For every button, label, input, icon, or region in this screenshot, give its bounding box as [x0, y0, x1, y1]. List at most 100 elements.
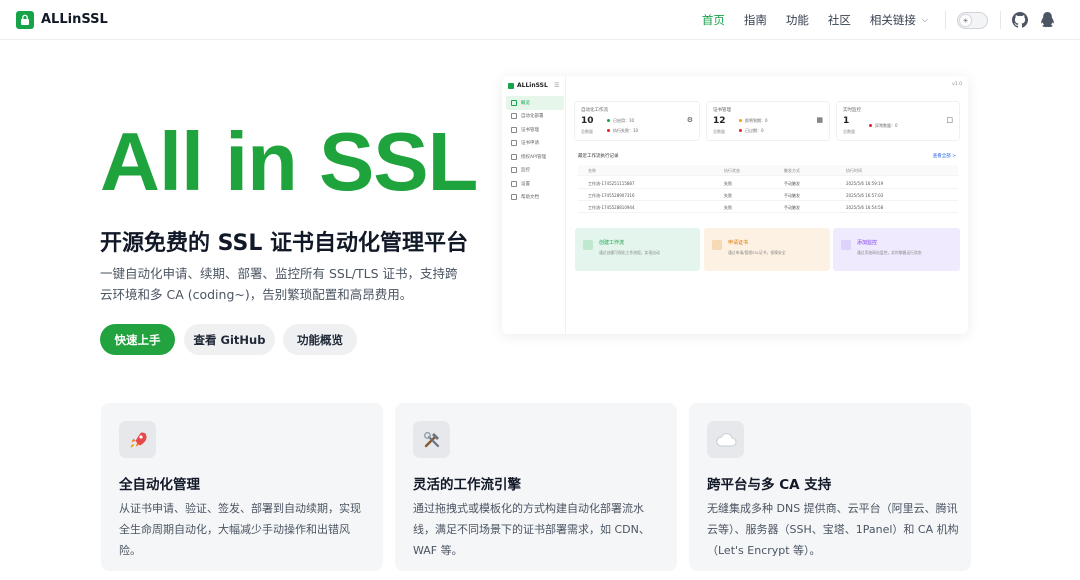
preview-recent-table: 最近工作流执行记录 查看全部 > 名称 执行状态 触发方式 执行时间 工作流-1… [574, 149, 960, 217]
workflow-icon: ⚙ [686, 116, 693, 124]
preview-stat-card: 证书管理 12 总数量 即将到期：0 已过期：0 ▦ [706, 101, 830, 141]
preview-cell: 手动触发 [784, 181, 800, 186]
feature-description: 从证书申请、验证、签发、部署到自动续期，实现全生命周期自动化，大幅减少手动操作和… [119, 502, 361, 557]
preview-cell: 失败 [724, 193, 732, 198]
preview-stat-card: 自动化工作流 10 总数量 已启用：10 执行失败：10 ⚙ [574, 101, 700, 141]
top-navbar: ALLinSSL 首页 指南 功能 社区 相关链接 ⌵ ☀ [0, 0, 1080, 40]
qq-icon[interactable] [1040, 11, 1055, 29]
view-github-button[interactable]: 查看 GitHub [184, 324, 275, 355]
sun-icon: ☀ [960, 15, 971, 26]
preview-menu: 概览 自动化部署 证书管理 证书申请 授权API管理 监控 设置 帮助文档 [506, 96, 564, 204]
preview-collapse-icon: ☰ [554, 82, 560, 89]
preview-logo: ALLinSSL [508, 82, 548, 89]
preview-menu-item: 概览 [506, 96, 564, 110]
preview-menu-label: 概览 [521, 100, 530, 106]
feature-description: 通过拖拽式或模板化的方式构建自动化部署流水线，满足不同场景下的证书部署需求，如 … [413, 502, 650, 557]
preview-stat-count: 1 [843, 116, 850, 126]
feature-card-workflow: 灵活的工作流引擎 通过拖拽式或模板化的方式构建自动化部署流水线，满足不同场景下的… [395, 403, 677, 571]
preview-cell: 2025/5/6 16:54:58 [846, 205, 884, 210]
logo-icon[interactable] [16, 10, 34, 29]
preview-menu-label: 自动化部署 [521, 114, 544, 120]
preview-menu-label: 监控 [521, 168, 530, 174]
preview-col: 执行状态 [724, 168, 740, 173]
preview-menu-item: 自动化部署 [506, 110, 564, 124]
nav-related-links[interactable]: 相关链接 ⌵ [870, 12, 928, 28]
preview-col: 执行时间 [846, 168, 862, 173]
preview-version: v1.0 [952, 82, 962, 87]
feature-title: 跨平台与多 CA 支持 [707, 477, 832, 493]
preview-stat-row: 异常数量：0 [869, 123, 898, 129]
preview-action-title: 添加监控 [857, 240, 878, 246]
preview-menu-label: 证书管理 [521, 127, 539, 133]
nav-community[interactable]: 社区 [828, 12, 851, 28]
rocket-icon [119, 421, 156, 458]
preview-table-row: 工作流-1745251115887 失败 手动触发 2025/5/6 16:59… [578, 178, 958, 189]
get-started-button[interactable]: 快速上手 [100, 324, 175, 355]
preview-menu-item: 设置 [506, 177, 564, 191]
preview-stat-sub: 总数量 [713, 129, 725, 134]
preview-stat-title: 证书管理 [713, 108, 731, 113]
workflow-icon [583, 240, 593, 250]
hero-description: 一键自动化申请、续期、部署、监控所有 SSL/TLS 证书，支持跨云环境和多 C… [100, 266, 458, 302]
theme-toggle[interactable]: ☀ [957, 12, 988, 29]
nav-related-links-label: 相关链接 [869, 13, 916, 27]
preview-table-title: 最近工作流执行记录 [578, 154, 619, 159]
preview-action-card: 申请证书 通过申请/管理SSL证书，保障安全 [704, 228, 830, 271]
brand-name[interactable]: ALLinSSL [41, 12, 108, 27]
hero-subtitle: 开源免费的 SSL 证书自动化管理平台 [100, 231, 469, 256]
preview-cell: 手动触发 [784, 205, 800, 210]
preview-table-row: 工作流-1745528810944 失败 手动触发 2025/5/6 16:54… [578, 202, 958, 213]
preview-stat-row: 已启用：10 [607, 118, 634, 124]
github-icon[interactable] [1012, 12, 1028, 28]
preview-stat-count: 10 [581, 116, 594, 126]
nav-features[interactable]: 功能 [786, 12, 809, 28]
feature-title: 全自动化管理 [119, 477, 200, 493]
nav-home[interactable]: 首页 [702, 12, 725, 28]
certificate-icon [712, 240, 722, 250]
preview-stat-row: 执行失败：10 [607, 128, 638, 134]
preview-action-desc: 通过申请/管理SSL证书，保障安全 [728, 250, 786, 255]
certificate-icon: ▦ [816, 116, 823, 124]
preview-menu-item: 帮助文档 [506, 191, 564, 205]
preview-brand: ALLinSSL [517, 82, 548, 89]
preview-action-desc: 通过添加网站监控，实时掌握运行状态 [857, 250, 922, 255]
preview-stat-row-text: 已过期：0 [745, 128, 764, 133]
main-nav: 首页 指南 功能 社区 相关链接 ⌵ [702, 0, 928, 40]
preview-stat-title: 自动化工作流 [581, 108, 608, 113]
preview-cell: 2025/5/6 16:59:19 [846, 181, 884, 186]
feature-card-multi-ca: 跨平台与多 CA 支持 无缝集成多种 DNS 提供商、云平台（阿里云、腾讯云等）… [689, 403, 971, 571]
preview-cell: 工作流-1745528810944 [588, 205, 635, 210]
preview-menu-item: 证书管理 [506, 123, 564, 137]
nav-guide[interactable]: 指南 [744, 12, 767, 28]
preview-stat-row: 即将到期：0 [739, 118, 768, 124]
chevron-down-icon: ⌵ [921, 15, 928, 24]
monitor-icon [841, 240, 851, 250]
preview-menu-item: 监控 [506, 164, 564, 178]
preview-cell: 工作流-1745528907316 [588, 193, 635, 198]
preview-menu-label: 设置 [521, 181, 530, 187]
preview-stat-row: 已过期：0 [739, 128, 764, 134]
preview-stat-count: 12 [713, 116, 726, 126]
preview-col: 名称 [588, 168, 596, 173]
feature-title: 灵活的工作流引擎 [413, 477, 521, 493]
tools-icon [413, 421, 450, 458]
preview-table-row: 工作流-1745528907316 失败 手动触发 2025/5/6 16:57… [578, 190, 958, 201]
preview-stat-sub: 总数量 [581, 129, 593, 134]
preview-menu-item: 证书申请 [506, 137, 564, 151]
preview-stat-sub: 总数量 [843, 129, 855, 134]
preview-stat-row-text: 已启用：10 [613, 118, 635, 123]
cloud-icon [707, 421, 744, 458]
preview-menu-label: 授权API管理 [521, 154, 547, 160]
feature-overview-button[interactable]: 功能概览 [283, 324, 357, 355]
nav-divider [945, 11, 946, 29]
monitor-icon: □ [946, 116, 953, 124]
preview-stat-card: 实时监控 1 总数量 异常数量：0 □ [836, 101, 960, 141]
feature-description: 无缝集成多种 DNS 提供商、云平台（阿里云、腾讯云等）、服务器（SSH、宝塔、… [707, 502, 959, 557]
preview-menu-label: 帮助文档 [521, 195, 539, 201]
hero-title: All in SSL [100, 115, 478, 208]
preview-table-header: 名称 执行状态 触发方式 执行时间 [578, 165, 958, 176]
preview-action-title: 申请证书 [728, 240, 749, 246]
preview-cell: 2025/5/6 16:57:03 [846, 193, 884, 198]
preview-sidebar: ALLinSSL ☰ 概览 自动化部署 证书管理 证书申请 授权API管理 监控… [502, 76, 566, 334]
preview-table-more: 查看全部 > [932, 154, 956, 159]
